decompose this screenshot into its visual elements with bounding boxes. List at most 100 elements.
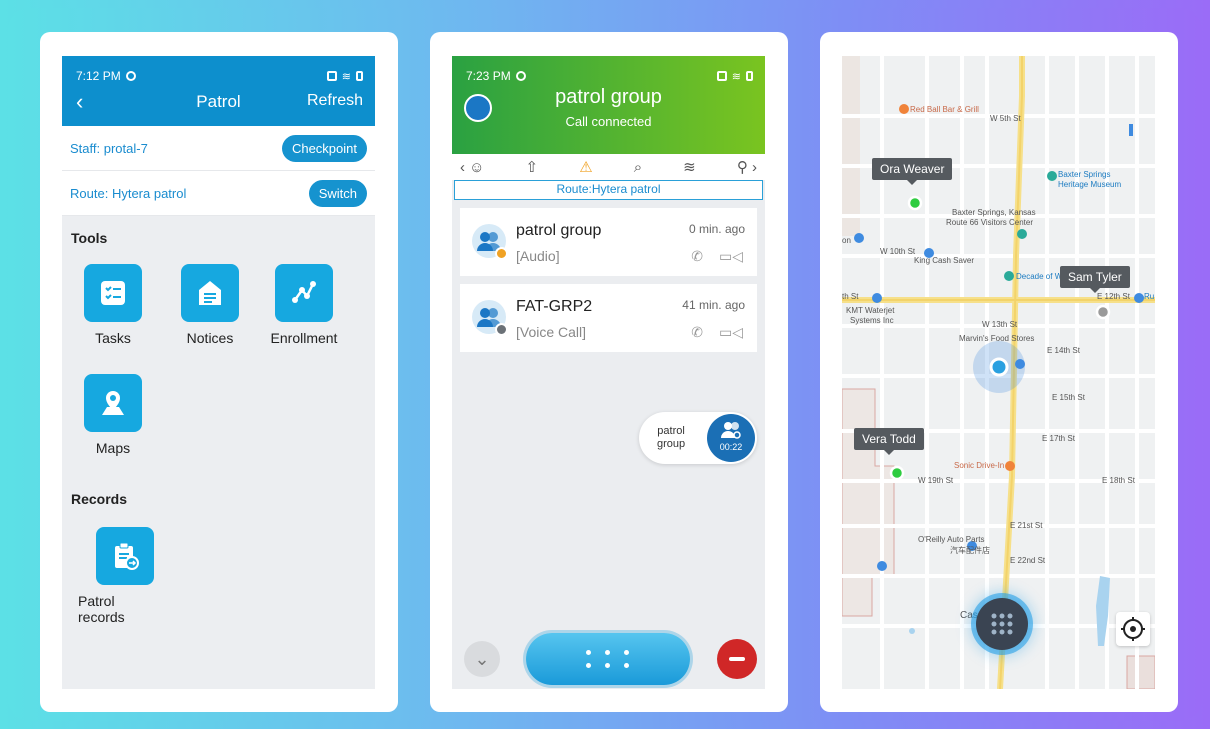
battery-icon (356, 71, 363, 81)
tools-heading: Tools (71, 230, 108, 246)
conversation-type: [Voice Call] (516, 324, 587, 340)
patrol-header: 7:12 PM ≋ ‹ Patrol Refresh (62, 56, 375, 126)
signal-icon: ≋ (341, 70, 351, 83)
street-label: W 5th St (990, 114, 1021, 123)
battery-icon (746, 71, 753, 81)
dialpad-icon (586, 650, 630, 670)
conversation-name: FAT-GRP2 (516, 298, 593, 315)
street-label: E 15th St (1052, 393, 1085, 402)
warning-icon[interactable]: ⚠ (579, 158, 592, 176)
marker-label[interactable]: Sam Tyler (1060, 266, 1130, 293)
call-toolbar: ‹ ☺ ⇧ ⚠ ⌕ ≋ ⚲ › (452, 154, 765, 180)
marker-label[interactable]: Vera Todd (854, 428, 924, 455)
status-time: 7:23 PM (466, 69, 511, 83)
video-icon[interactable]: ▭◁ (719, 324, 743, 341)
signal-icon: ≋ (731, 70, 741, 83)
tool-maps[interactable]: Maps (68, 374, 158, 456)
status-time: 7:12 PM (76, 69, 121, 83)
street-label: W 13th St (982, 320, 1018, 329)
marker-label[interactable]: Ora Weaver (872, 158, 953, 185)
record-patrol-records[interactable]: Patrol records (68, 527, 158, 625)
group-avatar-icon (472, 300, 508, 336)
video-icon[interactable]: ▭◁ (719, 248, 743, 265)
status-bar: 7:23 PM ≋ (466, 68, 753, 84)
contacts-left-icon[interactable]: ‹ ☺ (460, 159, 484, 176)
street-label: E 12th St (1097, 292, 1130, 301)
street-label: E 14th St (1047, 346, 1080, 355)
notification-icon (326, 71, 337, 81)
street-label: E 18th St (1102, 476, 1135, 485)
map-canvas[interactable] (842, 56, 1155, 689)
poi-label: 汽车配件店 (950, 546, 990, 555)
tool-notices[interactable]: Notices (165, 264, 255, 346)
map-text: Ru (1144, 292, 1155, 301)
poi-label: Decade of W (1016, 272, 1063, 281)
enrollment-icon (275, 264, 333, 322)
tool-label: Enrollment (270, 330, 338, 346)
route-bar[interactable]: Route:Hytera patrol (454, 180, 763, 200)
call-status: Call connected (565, 114, 652, 129)
patrol-records-icon (96, 527, 154, 585)
online-marker-icon[interactable] (889, 465, 905, 481)
notices-icon (181, 264, 239, 322)
phone-icon[interactable]: ✆ (691, 248, 703, 265)
patrol-icon[interactable]: ≋ (683, 158, 696, 176)
upload-icon[interactable]: ⇧ (526, 158, 539, 176)
records-grid: Patrol records (62, 507, 375, 647)
group-title: patrol group (555, 86, 662, 108)
tasks-icon (84, 264, 142, 322)
offline-marker-icon[interactable] (1095, 304, 1111, 320)
location-right-icon[interactable]: ⚲ › (737, 158, 757, 176)
poi-label: O'Reilly Auto Parts (918, 535, 985, 544)
refresh-button[interactable]: Refresh (307, 92, 363, 110)
tool-enrollment[interactable]: Enrollment (259, 264, 349, 346)
hytera-status-icon (515, 71, 526, 81)
hangup-button[interactable] (717, 639, 757, 679)
hytera-status-icon (125, 71, 136, 81)
street-label: E 21st St (1010, 521, 1043, 530)
poi-label: Route 66 Visitors Center (946, 218, 1034, 227)
call-card: 7:23 PM ≋ patrol group Call connected ‹ … (430, 32, 788, 712)
dialpad-button[interactable] (526, 633, 690, 685)
conversation-item[interactable]: FAT-GRP2 [Voice Call] 41 min. ago ✆ ▭◁ (460, 284, 757, 352)
call-header: 7:23 PM ≋ patrol group Call connected (452, 56, 765, 154)
map-screen[interactable]: Red Ball Bar & Grill W 5th St Baxter Spr… (842, 56, 1155, 689)
maps-icon (84, 374, 142, 432)
poi-label: KMT Waterjet (846, 306, 895, 315)
poi-label: Systems Inc (850, 316, 894, 325)
poi-label: Sonic Drive-In (954, 461, 1005, 470)
status-bar: 7:12 PM ≋ (76, 68, 363, 84)
tool-tasks[interactable]: Tasks (68, 264, 158, 346)
app-menu-button[interactable] (976, 598, 1028, 650)
poi-label: Marvin's Food Stores (959, 334, 1035, 343)
street-label: E 22nd St (1010, 556, 1046, 565)
route-row: Route: Hytera patrol Switch (62, 171, 375, 216)
call-screen: 7:23 PM ≋ patrol group Call connected ‹ … (452, 56, 765, 689)
switch-button[interactable]: Switch (308, 179, 367, 207)
status-badge (495, 247, 508, 260)
poi-label: Baxter Springs (1058, 170, 1111, 179)
chevron-down-icon[interactable]: ⌄ (464, 641, 500, 677)
poi-label: Heritage Museum (1058, 180, 1122, 189)
phone-icon[interactable]: ✆ (691, 324, 703, 341)
street-label: th St (842, 292, 859, 301)
staff-label: Staff: (70, 140, 101, 156)
tool-label: Maps (95, 440, 131, 456)
online-marker-icon[interactable] (907, 195, 923, 211)
staff-row: Staff: protal-7 Checkpoint (62, 126, 375, 171)
group-avatar-icon (472, 224, 508, 260)
poi-label: Baxter Springs, Kansas (952, 208, 1036, 217)
conversation-item[interactable]: patrol group [Audio] 0 min. ago ✆ ▭◁ (460, 208, 757, 276)
floating-call-label: patrol (657, 425, 685, 437)
floating-call-bubble[interactable]: patrol group 00:22 (639, 412, 757, 464)
status-badge (495, 323, 508, 336)
recenter-button[interactable] (1116, 612, 1150, 646)
tool-label: Tasks (95, 330, 131, 346)
floating-call-avatar: 00:22 (707, 414, 755, 462)
notification-icon (716, 71, 727, 81)
map-card: Red Ball Bar & Grill W 5th St Baxter Spr… (820, 32, 1178, 712)
checkpoint-button[interactable]: Checkpoint (281, 134, 367, 162)
call-timer: 00:22 (719, 442, 743, 452)
patrol-screen: 7:12 PM ≋ ‹ Patrol Refresh Staff: protal… (62, 56, 375, 689)
search-icon[interactable]: ⌕ (634, 159, 642, 176)
